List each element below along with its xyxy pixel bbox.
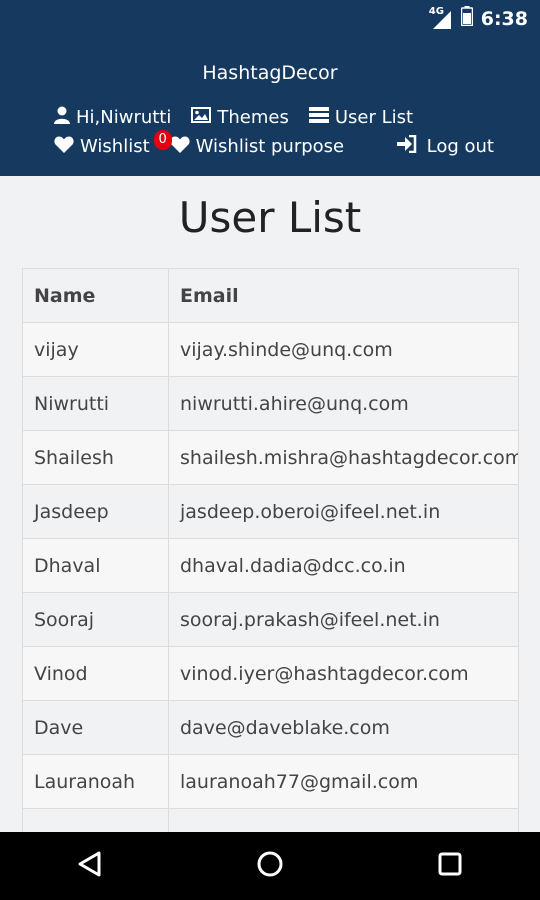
cell-name <box>22 808 169 832</box>
system-nav-bar <box>0 832 540 900</box>
column-header-email: Email <box>168 268 519 323</box>
user-table: Name Email vijay vijay.shinde@unq.com Ni… <box>22 268 519 832</box>
nav-wishlist-purpose[interactable]: Wishlist purpose <box>170 136 344 158</box>
heart-icon <box>54 136 74 158</box>
cell-name: Dhaval <box>22 538 169 593</box>
cell-name: Jasdeep <box>22 484 169 539</box>
user-list-label: User List <box>334 107 414 128</box>
cell-email: niwrutti.ahire@unq.com <box>168 376 519 431</box>
signal-icon: 4G <box>428 5 453 29</box>
cell-email: lauranoah77@gmail.com <box>168 754 519 809</box>
column-header-name: Name <box>22 268 169 323</box>
app-title: HashtagDecor <box>202 62 338 84</box>
nav-row-2: Wishlist 0 Wishlist purpose Log out <box>54 129 530 158</box>
app-header: HashtagDecor Hi,Niwrutti Themes User Lis… <box>0 36 540 176</box>
recents-square-icon <box>437 851 463 881</box>
status-bar: 4G 6:38 <box>0 0 540 36</box>
main-content: User List Name Email vijay vijay.shinde@… <box>0 176 540 832</box>
cell-email <box>168 808 519 832</box>
clock: 6:38 <box>480 7 528 30</box>
cell-name: Dave <box>22 700 169 755</box>
cell-name: Lauranoah <box>22 754 169 809</box>
cell-email: jasdeep.oberoi@ifeel.net.in <box>168 484 519 539</box>
cell-name: Vinod <box>22 646 169 701</box>
page-title: User List <box>178 193 362 242</box>
table-row: Vinod vinod.iyer@hashtagdecor.com <box>22 646 519 701</box>
table-row: Sooraj sooraj.prakash@ifeel.net.in <box>22 592 519 647</box>
cell-name: Shailesh <box>22 430 169 485</box>
heart-icon <box>170 136 190 158</box>
cell-name: Niwrutti <box>22 376 169 431</box>
wishlist-count-badge: 0 <box>153 129 172 150</box>
cell-email: shailesh.mishra@hashtagdecor.com <box>168 430 519 485</box>
table-row: vijay vijay.shinde@unq.com <box>22 322 519 377</box>
wishlist-label: Wishlist <box>80 136 150 157</box>
battery-icon <box>460 6 473 31</box>
cell-email: vinod.iyer@hashtagdecor.com <box>168 646 519 701</box>
table-row: Niwrutti niwrutti.ahire@unq.com <box>22 376 519 431</box>
cell-name: Sooraj <box>22 592 169 647</box>
status-icons: 4G 6:38 <box>429 6 528 31</box>
table-row: Shailesh shailesh.mishra@hashtagdecor.co… <box>22 430 519 485</box>
nav-row-1: Hi,Niwrutti Themes User List <box>54 106 530 129</box>
network-type: 4G <box>428 5 444 17</box>
nav-greeting[interactable]: Hi,Niwrutti <box>54 106 171 129</box>
home-button[interactable] <box>240 836 300 896</box>
table-row: Dave dave@daveblake.com <box>22 700 519 755</box>
table-header-row: Name Email <box>22 268 519 323</box>
user-icon <box>54 106 70 129</box>
recents-button[interactable] <box>420 836 480 896</box>
list-icon <box>308 107 329 128</box>
nav-wishlist[interactable]: Wishlist 0 <box>54 129 172 158</box>
image-icon <box>191 107 212 128</box>
table-row: Dhaval dhaval.dadia@dcc.co.in <box>22 538 519 593</box>
themes-label: Themes <box>217 107 289 128</box>
cell-email: sooraj.prakash@ifeel.net.in <box>168 592 519 647</box>
cell-name: vijay <box>22 322 169 377</box>
nav-logout[interactable]: Log out <box>396 134 494 158</box>
cell-email: dave@daveblake.com <box>168 700 519 755</box>
sign-in-icon <box>396 134 417 158</box>
table-row: Jasdeep jasdeep.oberoi@ifeel.net.in <box>22 484 519 539</box>
logout-label: Log out <box>426 136 494 157</box>
nav-themes[interactable]: Themes <box>191 107 289 128</box>
back-triangle-icon <box>77 850 103 882</box>
nav-user-list[interactable]: User List <box>308 107 414 128</box>
back-button[interactable] <box>60 836 120 896</box>
wishlist-purpose-label: Wishlist purpose <box>195 136 345 157</box>
cell-email: dhaval.dadia@dcc.co.in <box>168 538 519 593</box>
table-row <box>22 808 519 832</box>
greeting-label: Hi,Niwrutti <box>76 107 172 128</box>
home-circle-icon <box>256 850 284 882</box>
cell-email: vijay.shinde@unq.com <box>168 322 519 377</box>
table-row: Lauranoah lauranoah77@gmail.com <box>22 754 519 809</box>
